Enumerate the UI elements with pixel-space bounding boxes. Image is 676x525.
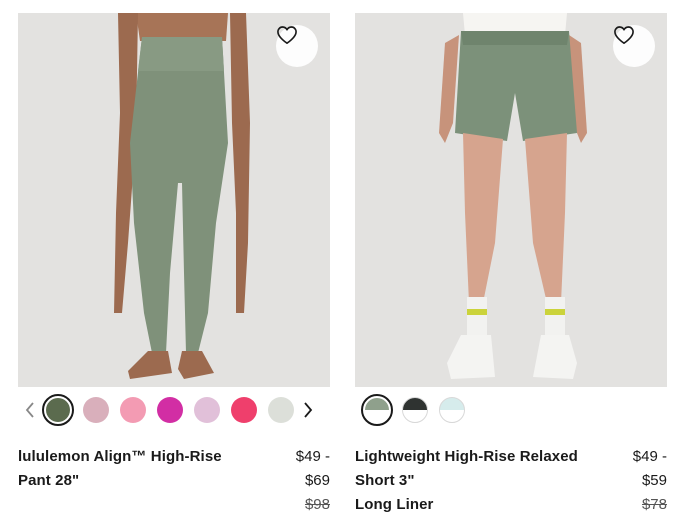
color-swatch[interactable] (156, 397, 183, 423)
wishlist-button[interactable] (613, 25, 655, 67)
product-image[interactable] (18, 13, 330, 387)
original-price: $98 (304, 496, 330, 513)
color-swatch[interactable] (193, 397, 220, 423)
price-range-low: $49 - (632, 448, 667, 465)
product-title-line: Short 3" (355, 472, 415, 489)
price-range-high: $59 (641, 472, 667, 489)
chevron-right-icon (304, 402, 313, 418)
wishlist-button[interactable] (276, 25, 318, 67)
heart-icon (277, 26, 297, 44)
color-swatch[interactable] (230, 397, 257, 423)
price-range-high: $69 (304, 472, 330, 489)
color-swatch[interactable] (361, 394, 393, 426)
product-card[interactable]: lululemon Align™ High-Rise Pant 28" $49 … (18, 13, 330, 513)
product-title-line: Long Liner (355, 496, 434, 513)
product-card[interactable]: Lightweight High-Rise Relaxed Short 3" L… (355, 13, 667, 513)
color-swatch[interactable] (42, 394, 74, 426)
swatch-list (39, 394, 299, 426)
product-image[interactable] (355, 13, 667, 387)
price-range-low: $49 - (295, 448, 330, 465)
product-info: lululemon Align™ High-Rise Pant 28" $49 … (18, 445, 330, 517)
swatch-list (358, 394, 470, 426)
color-swatches (358, 394, 470, 426)
product-price: $49 - $59 $78 (633, 445, 667, 517)
swatch-prev-button[interactable] (21, 398, 39, 422)
original-price: $78 (641, 496, 667, 513)
swatch-next-button[interactable] (299, 398, 317, 422)
product-info: Lightweight High-Rise Relaxed Short 3" L… (355, 445, 667, 517)
color-swatch[interactable] (438, 397, 465, 423)
product-title[interactable]: lululemon Align™ High-Rise Pant 28" (18, 445, 258, 517)
color-swatch[interactable] (119, 397, 146, 423)
product-photo-leggings (18, 13, 330, 387)
color-swatch[interactable] (267, 397, 294, 423)
color-swatch[interactable] (401, 397, 428, 423)
product-title-line: Lightweight High-Rise Relaxed (355, 448, 578, 465)
color-swatches (21, 394, 317, 426)
product-title-line: lululemon Align™ High-Rise (18, 448, 222, 465)
product-price: $49 - $69 $98 (296, 445, 330, 517)
chevron-left-icon (25, 402, 34, 418)
product-title-line: Pant 28" (18, 472, 80, 489)
product-title[interactable]: Lightweight High-Rise Relaxed Short 3" L… (355, 445, 595, 517)
product-photo-shorts (355, 13, 667, 387)
heart-icon (614, 26, 634, 44)
color-swatch[interactable] (82, 397, 109, 423)
product-grid: lululemon Align™ High-Rise Pant 28" $49 … (0, 0, 676, 525)
